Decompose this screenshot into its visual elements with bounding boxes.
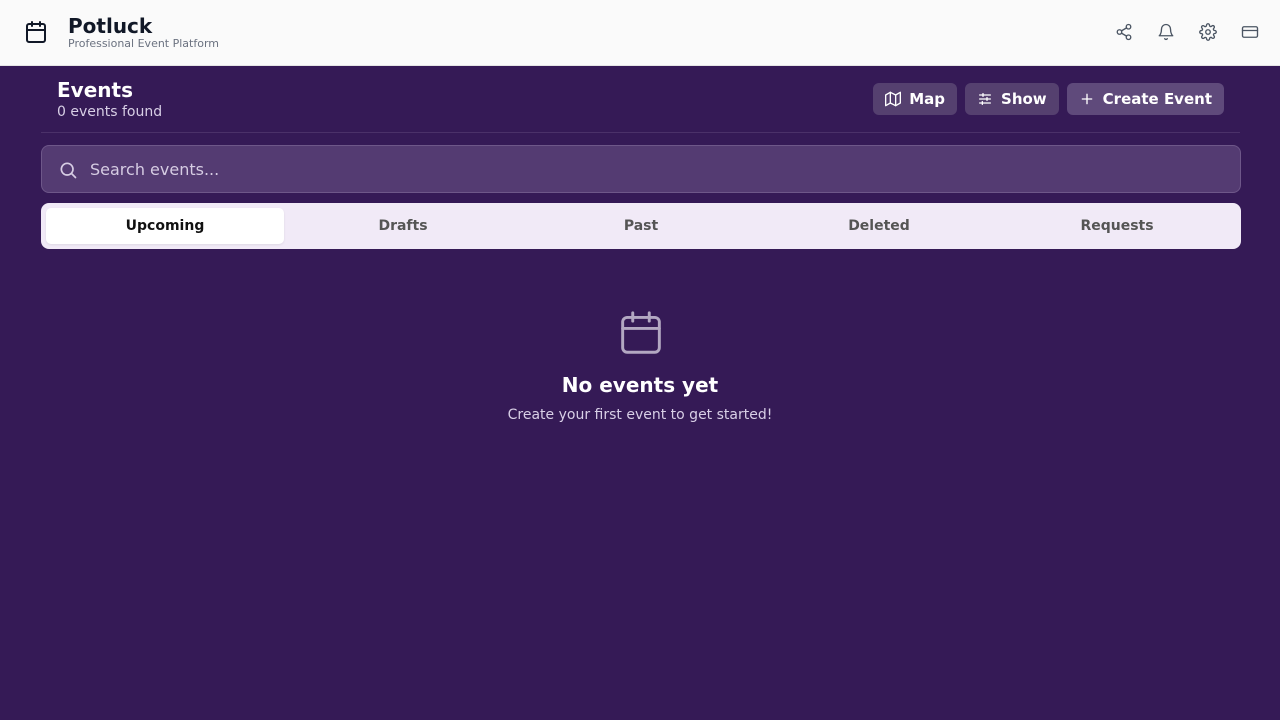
top-navbar: Potluck Professional Event Platform [0,0,1280,66]
search-bar [41,145,1241,193]
create-event-button[interactable]: Create Event [1066,83,1224,115]
gear-icon[interactable] [1198,20,1218,44]
app-title: Potluck [68,14,153,38]
map-button-label: Map [909,90,946,108]
map-icon [885,91,902,107]
header-actions: Map Show Create Event [873,83,1224,115]
app-subtitle: Professional Event Platform [68,37,220,50]
show-button-label: Show [1001,90,1047,108]
empty-state-subtitle: Create your first event to get started! [507,407,773,423]
page-title: Events [57,78,133,102]
credit-card-icon[interactable] [1240,20,1260,44]
empty-state-title: No events yet [561,373,719,397]
topbar-actions [1114,20,1260,44]
share-icon[interactable] [1114,20,1134,44]
plus-icon [1079,91,1095,107]
show-button[interactable]: Show [965,83,1059,115]
events-count: 0 events found [57,104,163,120]
event-tabs: Upcoming Drafts Past Deleted Requests [41,203,1241,249]
search-icon [58,160,78,180]
search-input[interactable] [90,146,1230,192]
calendar-icon [619,310,663,356]
header-divider [41,132,1240,133]
sliders-icon [977,91,993,107]
tab-deleted[interactable]: Deleted [760,208,998,244]
tab-drafts[interactable]: Drafts [284,208,522,244]
create-event-label: Create Event [1102,90,1212,108]
map-button[interactable]: Map [873,83,958,115]
tab-past[interactable]: Past [522,208,760,244]
calendar-icon [24,20,48,44]
tab-requests[interactable]: Requests [998,208,1236,244]
tab-upcoming[interactable]: Upcoming [46,208,284,244]
bell-icon[interactable] [1156,20,1176,44]
